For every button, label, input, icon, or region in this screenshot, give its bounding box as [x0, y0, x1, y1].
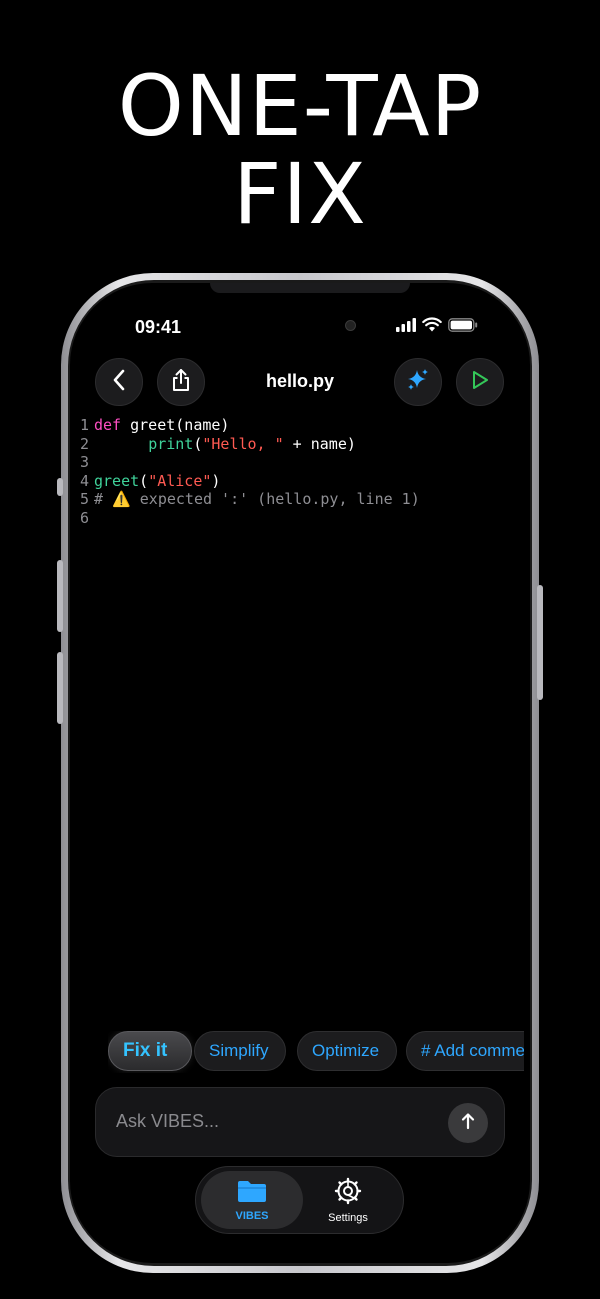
tab-vibes-label: VIBES [235, 1209, 269, 1222]
chip-simplify[interactable]: Simplify [194, 1031, 286, 1071]
code-token: print [148, 434, 194, 453]
share-icon [171, 368, 191, 397]
status-icons [396, 317, 478, 332]
tab-settings[interactable]: Settings [297, 1171, 399, 1229]
volume-down-button [57, 652, 63, 724]
file-title: hello.py [265, 371, 334, 391]
phone-screen: 09:41 hello.py 1 def greet(name) 2 print… [70, 283, 530, 1263]
line-number: 2 [80, 434, 90, 453]
code-token: greet [94, 471, 140, 490]
tab-bar: VIBES Settings [195, 1166, 404, 1234]
status-time: 09:41 [135, 317, 182, 337]
line-number: 1 [80, 416, 90, 434]
code-token: ( [193, 434, 203, 453]
line-number: 5 [80, 490, 90, 509]
code-line: 6 [80, 509, 420, 528]
code-token: # ⚠️ expected ':' (hello.py, line 1) [94, 490, 420, 509]
ask-input[interactable] [114, 1110, 438, 1133]
run-button[interactable] [456, 358, 504, 406]
chevron-left-icon [112, 369, 126, 396]
power-button [537, 585, 543, 700]
folder-icon [237, 1179, 267, 1206]
line-number: 4 [80, 471, 90, 490]
code-line: 4 greet("Alice") [80, 472, 420, 491]
action-button [57, 478, 63, 496]
headline-line-1: ONE-TAP [117, 57, 483, 155]
tab-vibes[interactable]: VIBES [201, 1171, 303, 1229]
chip-fix-it[interactable]: Fix it [108, 1031, 192, 1071]
code-token: greet(name) [121, 416, 230, 434]
battery-icon [448, 317, 478, 332]
suggestion-chips: Fix itSimplify Optimize# Add comments [108, 1031, 524, 1073]
volume-up-button [57, 560, 63, 632]
sensor-housing [210, 283, 410, 293]
ai-assist-button[interactable] [394, 358, 442, 406]
code-line: 1 def greet(name) [80, 416, 420, 435]
sparkles-icon [405, 367, 431, 398]
code-token: "Alice" [148, 471, 212, 490]
send-button[interactable] [448, 1103, 488, 1143]
arrow-up-icon [460, 1112, 476, 1135]
play-icon [470, 369, 490, 396]
code-token: ( [139, 471, 149, 490]
line-number: 6 [80, 508, 90, 527]
chip-add-comments[interactable]: # Add comments [406, 1031, 524, 1071]
front-camera [345, 320, 356, 331]
headline-line-2: FIX [233, 145, 367, 243]
ask-box [95, 1087, 505, 1157]
code-line: 5 # ⚠️ expected ':' (hello.py, line 1) [80, 490, 420, 509]
back-button[interactable] [95, 358, 143, 406]
code-token: + name) [283, 434, 356, 453]
code-line: 2 print("Hello, " + name) [80, 435, 420, 454]
wifi-icon [422, 317, 442, 332]
tab-settings-label: Settings [328, 1211, 368, 1224]
code-token: def [94, 416, 122, 434]
line-number: 3 [80, 453, 90, 472]
code-line: 3 [80, 453, 420, 472]
chip-optimize[interactable]: Optimize [297, 1031, 397, 1071]
share-button[interactable] [157, 358, 205, 406]
code-editor[interactable]: 1 def greet(name) 2 print("Hello, " + name… [80, 416, 420, 528]
code-token: "Hello, " [202, 434, 284, 453]
code-token: ) [211, 471, 221, 490]
gear-icon [334, 1177, 362, 1208]
signal-icon [396, 317, 416, 332]
